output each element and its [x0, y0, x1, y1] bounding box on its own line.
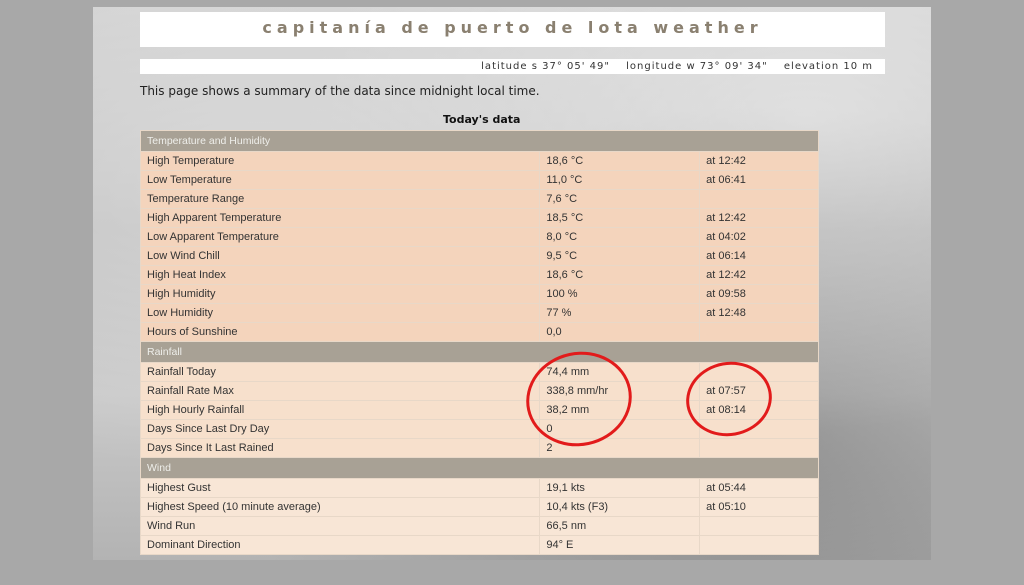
page-title: capitanía de puerto de lota weather: [262, 18, 763, 37]
table-row: Days Since Last Dry Day 0: [139, 419, 819, 439]
row-label: Rainfall Rate Max: [139, 381, 541, 401]
row-time: at 06:14: [699, 246, 819, 266]
table-row: Low Apparent Temperature 8,0 °C at 04:02: [139, 227, 819, 247]
row-time: at 12:42: [699, 265, 819, 285]
row-value: 74,4 mm: [539, 362, 701, 382]
row-label: Rainfall Today: [139, 362, 541, 382]
table-row: Low Wind Chill 9,5 °C at 06:14: [139, 246, 819, 266]
row-value: 8,0 °C: [539, 227, 701, 247]
table-row: High Heat Index 18,6 °C at 12:42: [139, 265, 819, 285]
table-row: High Humidity 100 % at 09:58: [139, 284, 819, 304]
table-row: Low Humidity 77 % at 12:48: [139, 303, 819, 323]
row-time: [699, 362, 819, 382]
row-value: 18,6 °C: [539, 265, 701, 285]
title-banner: capitanía de puerto de lota weather: [140, 12, 885, 47]
row-time: [699, 189, 819, 209]
section-header-rainfall: Rainfall: [140, 341, 819, 363]
row-time: at 05:10: [699, 497, 819, 517]
table-row: Hours of Sunshine 0,0: [139, 322, 819, 342]
table-row: Dominant Direction 94° E: [139, 535, 819, 555]
row-time: at 04:02: [699, 227, 819, 247]
row-value: 7,6 °C: [539, 189, 701, 209]
table-row: High Hourly Rainfall 38,2 mm at 08:14: [139, 400, 819, 420]
row-label: High Hourly Rainfall: [139, 400, 541, 420]
row-label: High Temperature: [139, 151, 541, 171]
row-label: Low Apparent Temperature: [139, 227, 541, 247]
row-label: Highest Gust: [139, 478, 541, 498]
row-time: at 07:57: [699, 381, 819, 401]
section-header-temperature: Temperature and Humidity: [140, 130, 819, 152]
row-label: Days Since It Last Rained: [139, 438, 541, 458]
row-value: 10,4 kts (F3): [539, 497, 701, 517]
latitude-text: latitude s 37° 05' 49": [481, 61, 610, 72]
row-label: Hours of Sunshine: [139, 322, 541, 342]
row-time: [699, 438, 819, 458]
weather-table: Temperature and Humidity High Temperatur…: [139, 130, 819, 555]
row-label: Dominant Direction: [139, 535, 541, 555]
table-row: High Apparent Temperature 18,5 °C at 12:…: [139, 208, 819, 228]
section-header-wind: Wind: [140, 457, 819, 479]
table-row: Rainfall Rate Max 338,8 mm/hr at 07:57: [139, 381, 819, 401]
table-row: Days Since It Last Rained 2: [139, 438, 819, 458]
intro-text: This page shows a summary of the data si…: [140, 84, 540, 98]
row-time: at 05:44: [699, 478, 819, 498]
row-time: [699, 419, 819, 439]
row-label: Low Humidity: [139, 303, 541, 323]
page-background: capitanía de puerto de lota weather lati…: [93, 7, 931, 560]
row-value: 19,1 kts: [539, 478, 701, 498]
row-value: 0: [539, 419, 701, 439]
row-label: Wind Run: [139, 516, 541, 536]
row-value: 100 %: [539, 284, 701, 304]
coordinates-bar: latitude s 37° 05' 49" longitude w 73° 0…: [140, 59, 885, 74]
row-value: 9,5 °C: [539, 246, 701, 266]
row-time: at 12:42: [699, 151, 819, 171]
row-value: 18,6 °C: [539, 151, 701, 171]
row-label: Temperature Range: [139, 189, 541, 209]
elevation-text: elevation 10 m: [783, 61, 873, 72]
table-row: Temperature Range 7,6 °C: [139, 189, 819, 209]
row-value: 338,8 mm/hr: [539, 381, 701, 401]
row-value: 11,0 °C: [539, 170, 701, 190]
today-heading: Today's data: [443, 113, 521, 126]
row-label: High Humidity: [139, 284, 541, 304]
table-row: Highest Gust 19,1 kts at 05:44: [139, 478, 819, 498]
table-row: Wind Run 66,5 nm: [139, 516, 819, 536]
row-label: High Heat Index: [139, 265, 541, 285]
row-label: Highest Speed (10 minute average): [139, 497, 541, 517]
row-time: at 12:42: [699, 208, 819, 228]
row-value: 77 %: [539, 303, 701, 323]
row-time: at 08:14: [699, 400, 819, 420]
table-row: Low Temperature 11,0 °C at 06:41: [139, 170, 819, 190]
longitude-text: longitude w 73° 09' 34": [626, 61, 768, 72]
row-value: 94° E: [539, 535, 701, 555]
row-time: at 06:41: [699, 170, 819, 190]
row-time: [699, 535, 819, 555]
row-value: 38,2 mm: [539, 400, 701, 420]
table-row: Rainfall Today 74,4 mm: [139, 362, 819, 382]
row-label: Low Temperature: [139, 170, 541, 190]
row-time: [699, 516, 819, 536]
row-label: Low Wind Chill: [139, 246, 541, 266]
row-value: 0,0: [539, 322, 701, 342]
row-value: 2: [539, 438, 701, 458]
row-label: Days Since Last Dry Day: [139, 419, 541, 439]
row-value: 66,5 nm: [539, 516, 701, 536]
row-time: at 12:48: [699, 303, 819, 323]
table-row: Highest Speed (10 minute average) 10,4 k…: [139, 497, 819, 517]
row-time: at 09:58: [699, 284, 819, 304]
table-row: High Temperature 18,6 °C at 12:42: [139, 151, 819, 171]
row-time: [699, 322, 819, 342]
row-label: High Apparent Temperature: [139, 208, 541, 228]
row-value: 18,5 °C: [539, 208, 701, 228]
